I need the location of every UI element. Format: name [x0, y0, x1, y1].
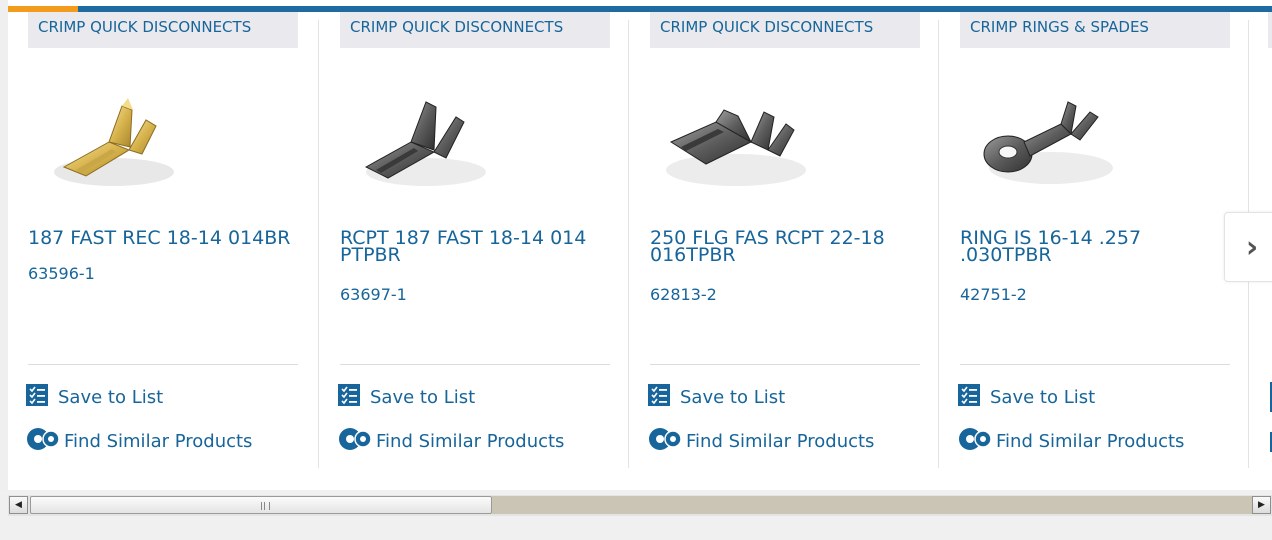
left-margin — [0, 0, 8, 490]
scroll-right-arrow-icon[interactable]: ▶ — [1252, 496, 1271, 514]
grip-icon — [261, 502, 270, 510]
gears-icon — [338, 426, 372, 457]
product-carousel-page: CRIMP QUICK DISCONNECTS 187 FAST REC 18-… — [0, 0, 1272, 490]
category-label — [1268, 12, 1272, 48]
dark-quick-disconnect-terminal-image[interactable] — [346, 72, 496, 202]
product-title-link[interactable]: 250 FLG FAS RCPT 22-18 016TPBR — [650, 229, 925, 265]
gears-icon — [648, 426, 682, 457]
checklist-icon — [338, 383, 360, 411]
product-card: CRIMP QUICK DISCONNECTS RCPT 187 FAST 18… — [320, 12, 630, 470]
product-card: CRIMP QUICK DISCONNECTS 250 FLG FAS RCPT… — [630, 12, 940, 470]
find-similar-label: Find Similar Products — [64, 430, 253, 452]
checklist-icon — [958, 383, 980, 411]
card-divider — [650, 364, 920, 365]
find-similar-products-button[interactable]: Find Similar Products — [648, 426, 875, 457]
part-number[interactable]: 62813-2 — [650, 285, 717, 304]
carousel-next-button[interactable]: › — [1224, 212, 1272, 282]
save-to-list-button[interactable]: Save to List — [26, 383, 164, 411]
product-card: CRIMP RINGS & SPADES RING IS 16-14 .257 … — [940, 12, 1250, 470]
card-divider — [340, 364, 610, 365]
find-similar-products-button[interactable]: Find Similar Products — [26, 426, 253, 457]
chevron-right-icon: › — [1245, 229, 1259, 265]
part-number[interactable]: 63697-1 — [340, 285, 407, 304]
part-number[interactable]: 63596-1 — [28, 264, 95, 283]
save-to-list-label: Save to List — [370, 386, 476, 408]
scrollbar-thumb[interactable] — [30, 496, 492, 514]
save-to-list-button[interactable]: Save to List — [958, 383, 1096, 411]
column-divider — [628, 20, 629, 468]
gears-icon — [26, 426, 60, 457]
gears-icon — [958, 426, 992, 457]
brass-quick-disconnect-terminal-image[interactable] — [34, 72, 184, 202]
column-divider — [938, 20, 939, 468]
find-similar-products-button[interactable]: Find Similar Products — [338, 426, 565, 457]
checklist-icon — [26, 383, 48, 411]
save-to-list-label: Save to List — [58, 386, 164, 408]
product-title-link[interactable]: 187 FAST REC 18-14 014BR — [28, 229, 303, 248]
save-to-list-button[interactable]: Save to List — [648, 383, 786, 411]
save-to-list-button[interactable]: Save to List — [338, 383, 476, 411]
category-label[interactable]: CRIMP QUICK DISCONNECTS — [650, 12, 920, 48]
find-similar-label: Find Similar Products — [376, 430, 565, 452]
category-label[interactable]: CRIMP RINGS & SPADES — [960, 12, 1230, 48]
save-to-list-label: Save to List — [680, 386, 786, 408]
column-divider — [318, 20, 319, 468]
category-label[interactable]: CRIMP QUICK DISCONNECTS — [340, 12, 610, 48]
find-similar-products-button[interactable]: Find Similar Products — [958, 426, 1185, 457]
product-carousel: CRIMP QUICK DISCONNECTS 187 FAST REC 18-… — [8, 12, 1272, 482]
find-similar-label: Find Similar Products — [686, 430, 875, 452]
ring-terminal-image[interactable] — [966, 72, 1116, 202]
scrollbar-track[interactable] — [492, 496, 1252, 514]
find-similar-label: Find Similar Products — [996, 430, 1185, 452]
flag-quick-disconnect-terminal-image[interactable] — [656, 72, 806, 202]
product-title-link[interactable]: RING IS 16-14 .257 .030TPBR — [960, 229, 1235, 265]
card-divider — [960, 364, 1230, 365]
checklist-icon — [648, 383, 670, 411]
scroll-left-arrow-icon[interactable]: ◀ — [9, 496, 28, 514]
card-divider — [28, 364, 298, 365]
horizontal-scrollbar[interactable]: ◀ ▶ — [8, 495, 1272, 516]
save-to-list-label: Save to List — [990, 386, 1096, 408]
category-label[interactable]: CRIMP QUICK DISCONNECTS — [28, 12, 298, 48]
part-number[interactable]: 42751-2 — [960, 285, 1027, 304]
product-title-link[interactable]: RCPT 187 FAST 18-14 014 PTPBR — [340, 229, 615, 265]
product-card: CRIMP QUICK DISCONNECTS 187 FAST REC 18-… — [8, 12, 318, 470]
